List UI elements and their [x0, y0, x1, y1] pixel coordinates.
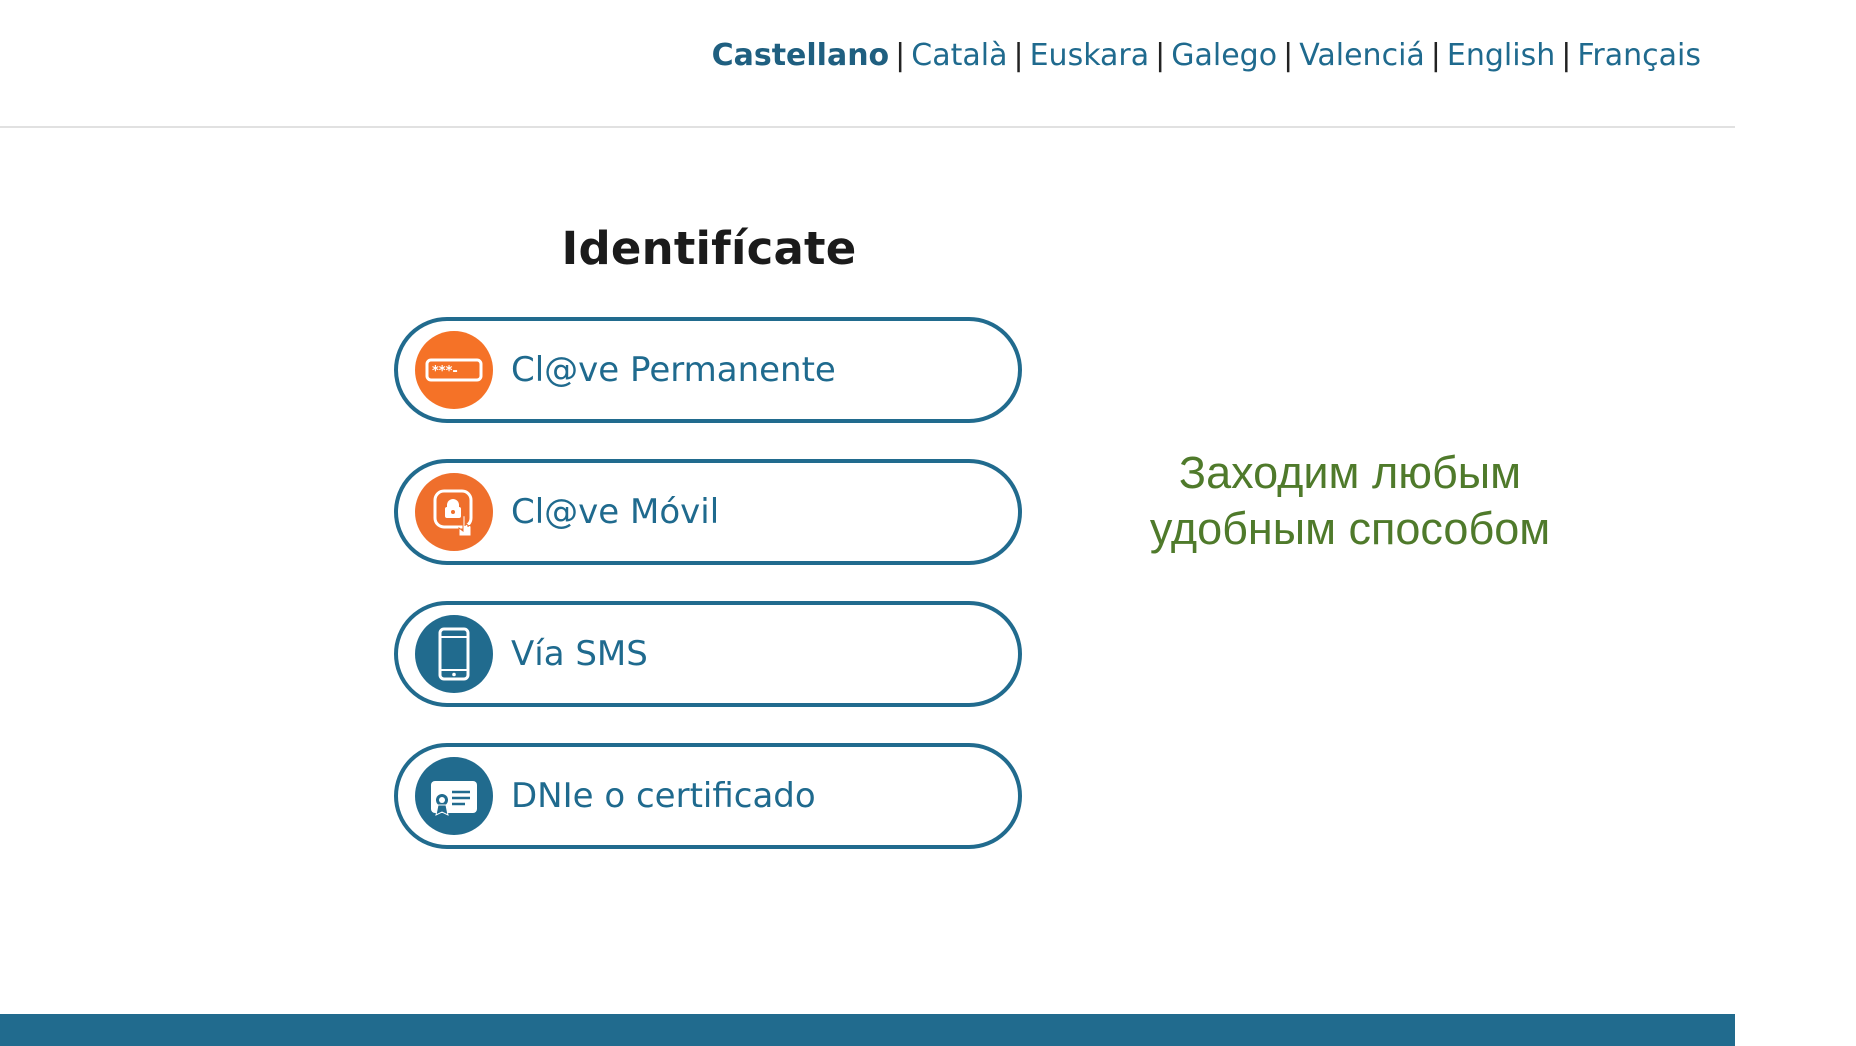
lang-separator: |: [895, 38, 906, 73]
right-gutter: [1735, 0, 1856, 1046]
mobile-app-touch-icon: [415, 473, 493, 551]
footer-bar: [0, 1014, 1735, 1046]
lang-galego[interactable]: Galego: [1171, 38, 1277, 73]
lang-separator: |: [1430, 38, 1441, 73]
clave-permanente-label: Cl@ve Permanente: [511, 350, 836, 390]
lang-separator: |: [1155, 38, 1166, 73]
dnie-certificado-label: DNIe o certificado: [511, 776, 816, 816]
password-field-icon: ***-: [415, 331, 493, 409]
language-selector: Castellano | Català | Euskara | Galego |…: [712, 38, 1701, 73]
lang-euskara[interactable]: Euskara: [1030, 38, 1150, 73]
clave-movil-button[interactable]: Cl@ve Móvil: [394, 459, 1022, 565]
clave-permanente-button[interactable]: ***- Cl@ve Permanente: [394, 317, 1022, 423]
via-sms-button[interactable]: Vía SMS: [394, 601, 1022, 707]
lang-catala[interactable]: Català: [911, 38, 1007, 73]
header-divider: [0, 126, 1735, 128]
via-sms-label: Vía SMS: [511, 634, 648, 674]
promo-line-2: удобным способом: [1149, 503, 1551, 554]
lang-separator: |: [1561, 38, 1572, 73]
lang-valencia[interactable]: Valenciá: [1299, 38, 1425, 73]
certificate-icon: [415, 757, 493, 835]
lang-separator: |: [1013, 38, 1024, 73]
lang-castellano[interactable]: Castellano: [712, 38, 890, 73]
promo-caption: Заходим любым удобным способом: [1080, 445, 1620, 557]
lang-francais[interactable]: Français: [1577, 38, 1701, 73]
lang-english[interactable]: English: [1447, 38, 1555, 73]
dnie-certificado-button[interactable]: DNIe o certificado: [394, 743, 1022, 849]
page-title: Identifícate: [561, 222, 857, 275]
lang-separator: |: [1283, 38, 1294, 73]
clave-movil-label: Cl@ve Móvil: [511, 492, 720, 532]
svg-text:***-: ***-: [432, 364, 458, 379]
page: Castellano | Català | Euskara | Galego |…: [0, 0, 1856, 1046]
smartphone-icon: [415, 615, 493, 693]
promo-line-1: Заходим любым: [1178, 447, 1522, 498]
